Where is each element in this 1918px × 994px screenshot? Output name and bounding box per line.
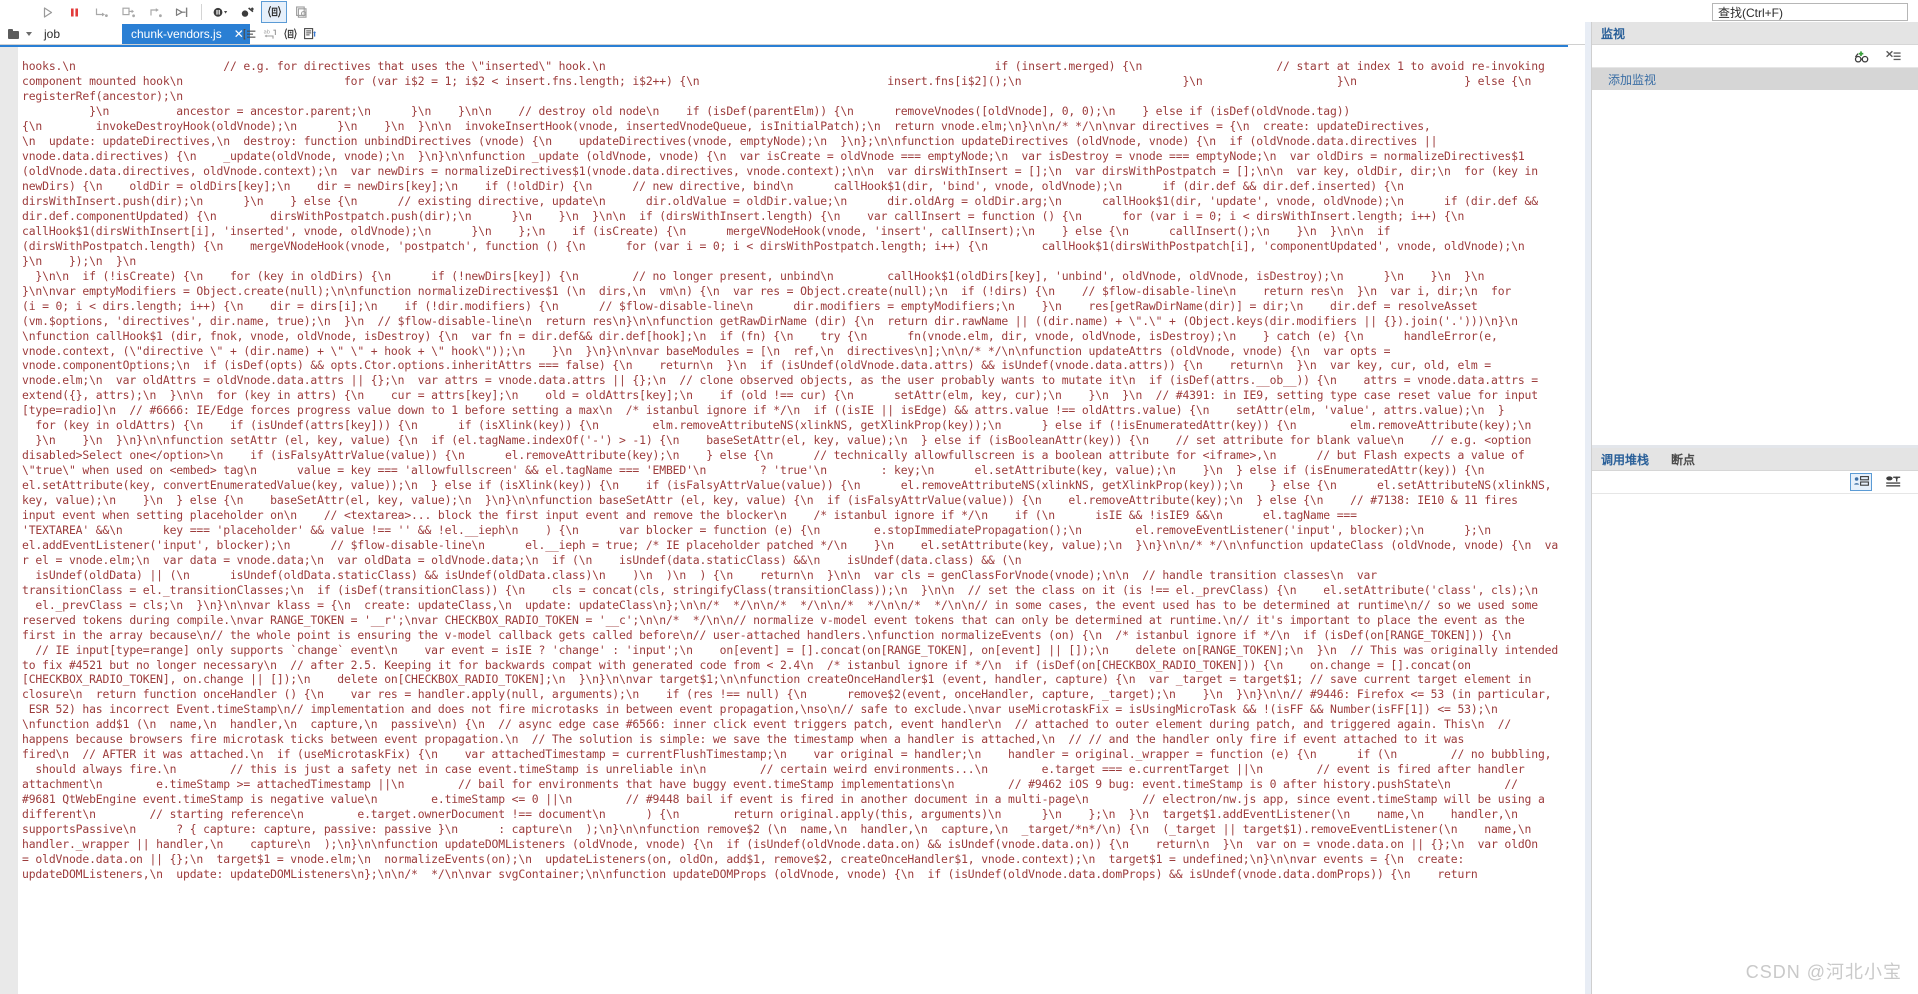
filter-frames-icon (1885, 476, 1900, 487)
step-over-icon (95, 8, 108, 17)
evaluate-button[interactable] (280, 25, 300, 43)
pause-icon (70, 8, 78, 16)
pause-program-button[interactable] (61, 1, 87, 23)
step-over-button[interactable] (88, 1, 114, 23)
frame-selector-label: job (44, 27, 61, 41)
step-out-icon (149, 7, 162, 17)
filter-frames-button[interactable] (1882, 473, 1904, 491)
export-button[interactable] (300, 25, 320, 43)
chevron-down-icon (26, 32, 32, 36)
editor-toolbar: ab (240, 24, 320, 44)
breakpoint-settings-icon (241, 6, 254, 17)
evaluate-icon (283, 28, 297, 40)
ide-debugger-window: 查找(Ctrl+F) job chunk-vendors.js ✕ ab hoo… (0, 0, 1918, 994)
step-into-button[interactable] (115, 1, 141, 23)
debugger-toolbar: 查找(Ctrl+F) (0, 0, 1918, 24)
step-out-button[interactable] (142, 1, 168, 23)
run-to-cursor-button[interactable] (169, 1, 195, 23)
watch-list[interactable] (1592, 90, 1918, 445)
evaluate-expression-icon (267, 6, 281, 18)
frames-view-icon (1853, 476, 1869, 486)
add-watch-icon (1854, 50, 1868, 63)
mute-breakpoints-icon (213, 7, 227, 17)
frame-icon (8, 29, 21, 39)
watch-panel-toolbar (1592, 45, 1918, 68)
soft-wrap-icon (243, 28, 256, 40)
tab-chunk-vendors-js[interactable]: chunk-vendors.js ✕ (122, 24, 250, 44)
code-content[interactable]: hooks.\n // e.g. for directives that use… (22, 59, 1562, 881)
find-input[interactable]: 查找(Ctrl+F) (1712, 3, 1908, 21)
tab-breakpoints[interactable]: 断点 (1671, 451, 1695, 468)
soft-wrap-button[interactable] (240, 25, 260, 43)
svg-text:ab: ab (263, 29, 270, 35)
editor-gutter[interactable] (0, 47, 18, 994)
frames-panel-toolbar (1592, 471, 1918, 494)
play-icon (43, 6, 52, 18)
step-into-icon (121, 7, 135, 17)
mute-breakpoints-button[interactable] (207, 1, 233, 23)
add-watch-row[interactable]: 添加监视 (1592, 68, 1918, 90)
toolbar-separator (201, 4, 202, 20)
scroll-to-source-icon: ab (263, 29, 276, 39)
call-stack-list[interactable] (1592, 494, 1918, 914)
csdn-watermark: CSDN @河北小宝 (1745, 962, 1902, 982)
debugger-right-dock: 监视 添加监视 调用堆栈 断点 CSDN @河北小宝 (1591, 22, 1918, 994)
run-to-cursor-icon (175, 7, 187, 17)
frames-panel-header: 调用堆栈 断点 (1592, 448, 1918, 471)
settings-button[interactable] (288, 1, 314, 23)
remove-watch-icon (1885, 50, 1901, 60)
watch-panel-title: 监视 (1601, 26, 1626, 41)
add-watch-button[interactable] (1850, 47, 1872, 65)
add-watch-label: 添加监视 (1608, 72, 1657, 87)
export-icon (303, 28, 316, 40)
find-placeholder: 查找(Ctrl+F) (1718, 5, 1783, 20)
scroll-to-source-button[interactable]: ab (260, 25, 280, 43)
layout-settings-icon (295, 6, 307, 18)
code-editor[interactable]: hooks.\n // e.g. for directives that use… (0, 45, 1568, 994)
frame-selector[interactable]: job (0, 24, 66, 44)
resume-program-button[interactable] (34, 1, 60, 23)
frames-view-button[interactable] (1850, 473, 1872, 491)
tab-call-stack[interactable]: 调用堆栈 (1601, 451, 1649, 468)
tab-label: chunk-vendors.js (131, 27, 222, 41)
evaluate-expression-button[interactable] (261, 1, 287, 23)
view-breakpoints-button[interactable] (234, 1, 260, 23)
watch-panel-header: 监视 (1592, 22, 1918, 45)
remove-watch-button[interactable] (1882, 47, 1904, 65)
